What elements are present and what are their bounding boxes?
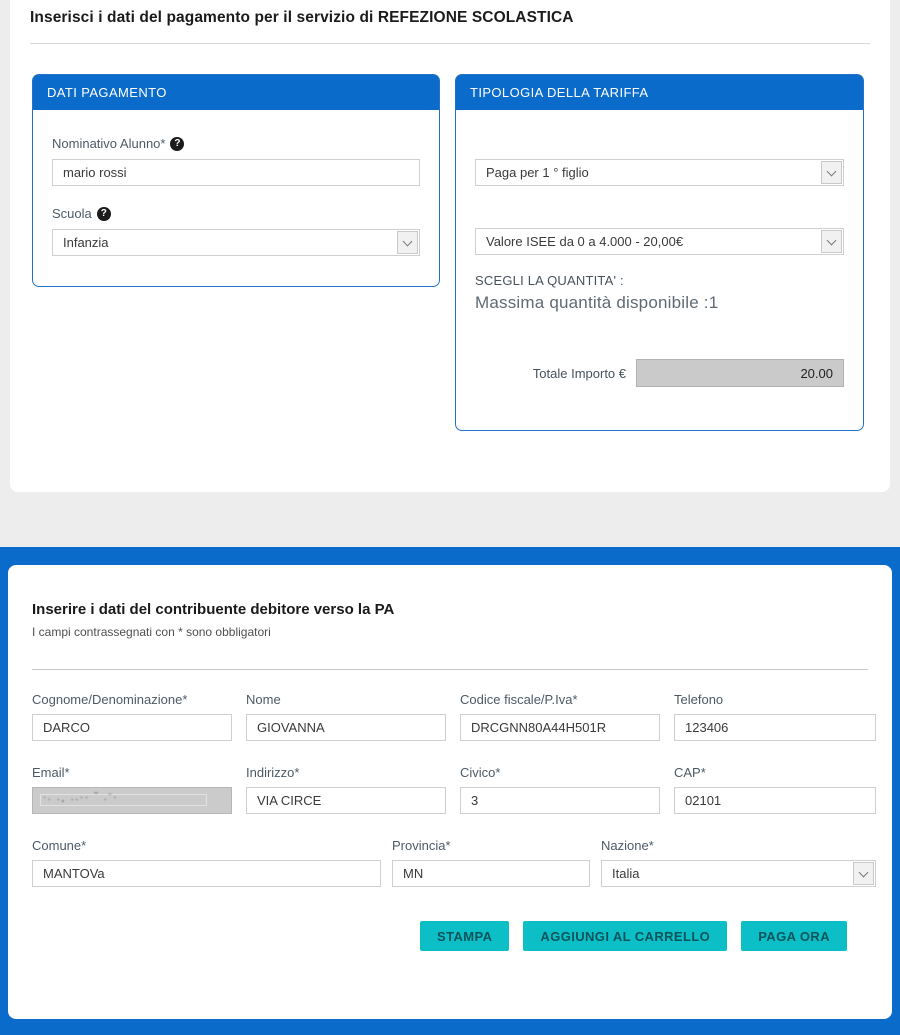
cap-label: CAP* [674,765,876,780]
max-quantity-text: Massima quantità disponibile :1 [475,293,844,313]
debtor-section-band: Inserire i dati del contribuente debitor… [0,547,900,1035]
dati-pagamento-body: Nominativo Alunno* ? Scuola ? Infanzia [33,110,439,286]
scuola-label: Scuola [52,206,92,221]
email-field: Email* ·. .¸ ..·· ‾ .¨· [32,765,232,814]
cap-field: CAP* [674,765,876,814]
provincia-input[interactable] [392,860,590,887]
codice-fiscale-input[interactable] [460,714,660,741]
nazione-select[interactable]: Italia [601,860,876,887]
civico-input[interactable] [460,787,660,814]
comune-label: Comune* [32,838,381,853]
scuola-select[interactable]: Infanzia [52,229,420,256]
debtor-divider [32,669,868,670]
telefono-field: Telefono [674,692,876,741]
total-importo-input [636,359,844,387]
nome-input[interactable] [246,714,446,741]
paga-ora-button[interactable]: PAGA ORA [741,921,847,951]
nominativo-alunno-input[interactable] [52,159,420,186]
codice-fiscale-label: Codice fiscale/P.Iva* [460,692,660,707]
telefono-label: Telefono [674,692,876,707]
civico-field: Civico* [460,765,660,814]
tipologia-tariffa-body: Paga per 1 ° figlio Valore ISEE da 0 a 4… [456,110,863,430]
dati-pagamento-header: DATI PAGAMENTO [33,75,439,110]
tipologia-tariffa-header: TIPOLOGIA DELLA TARIFFA [456,75,863,110]
cognome-label: Cognome/Denominazione* [32,692,232,707]
email-label: Email* [32,765,232,780]
nome-field: Nome [246,692,446,741]
comune-field: Comune* [32,838,381,887]
chevron-down-icon [853,862,874,885]
debtor-form-rows: Cognome/Denominazione* Nome Codice fisca… [24,692,876,814]
action-buttons-row: STAMPA AGGIUNGI AL CARRELLO PAGA ORA [24,921,876,951]
aggiungi-al-carrello-button[interactable]: AGGIUNGI AL CARRELLO [523,921,727,951]
nome-label: Nome [246,692,446,707]
cognome-input[interactable] [32,714,232,741]
indirizzo-input[interactable] [246,787,446,814]
comune-input[interactable] [32,860,381,887]
indirizzo-label: Indirizzo* [246,765,446,780]
indirizzo-field: Indirizzo* [246,765,446,814]
quantity-heading: SCEGLI LA QUANTITA' : [475,273,844,288]
stampa-button[interactable]: STAMPA [420,921,509,951]
provincia-label: Provincia* [392,838,590,853]
scuola-select-value: Infanzia [63,235,109,250]
debtor-form-last-row: Comune* Provincia* Nazione* Italia [24,838,876,887]
nazione-select-value: Italia [612,866,639,881]
debtor-title: Inserire i dati del contribuente debitor… [32,601,876,618]
email-input[interactable]: ·. .¸ ..·· ‾ .¨· [32,787,232,814]
total-row: Totale Importo € [475,359,844,387]
chevron-down-icon [821,161,842,184]
nominativo-alunno-label-row: Nominativo Alunno* ? [52,136,420,151]
chevron-down-icon [821,230,842,253]
chevron-down-icon [397,231,418,254]
page-title: Inserisci i dati del pagamento per il se… [30,9,870,27]
nominativo-alunno-label: Nominativo Alunno* [52,136,165,151]
panels-row: DATI PAGAMENTO Nominativo Alunno* ? Scuo… [10,44,890,431]
telefono-input[interactable] [674,714,876,741]
figlio-select-value: Paga per 1 ° figlio [486,165,589,180]
civico-label: Civico* [460,765,660,780]
help-icon[interactable]: ? [97,207,111,221]
figlio-select[interactable]: Paga per 1 ° figlio [475,159,844,186]
nazione-field: Nazione* Italia [601,838,876,887]
scuola-label-row: Scuola ? [52,206,420,221]
cap-input[interactable] [674,787,876,814]
isee-select[interactable]: Valore ISEE da 0 a 4.000 - 20,00€ [475,228,844,255]
debtor-subtitle: I campi contrassegnati con * sono obblig… [32,625,876,639]
nazione-label: Nazione* [601,838,876,853]
isee-select-value: Valore ISEE da 0 a 4.000 - 20,00€ [486,234,683,249]
tipologia-tariffa-panel: TIPOLOGIA DELLA TARIFFA Paga per 1 ° fig… [455,74,864,431]
codice-fiscale-field: Codice fiscale/P.Iva* [460,692,660,741]
provincia-field: Provincia* [392,838,590,887]
redacted-email-value: ·. .¸ ..·· ‾ .¨· [43,792,118,802]
dati-pagamento-panel: DATI PAGAMENTO Nominativo Alunno* ? Scuo… [32,74,440,287]
total-importo-label: Totale Importo € [533,366,626,381]
payment-entry-card: Inserisci i dati del pagamento per il se… [10,0,890,492]
help-icon[interactable]: ? [170,137,184,151]
cognome-field: Cognome/Denominazione* [32,692,232,741]
debtor-card: Inserire i dati del contribuente debitor… [8,565,892,1019]
